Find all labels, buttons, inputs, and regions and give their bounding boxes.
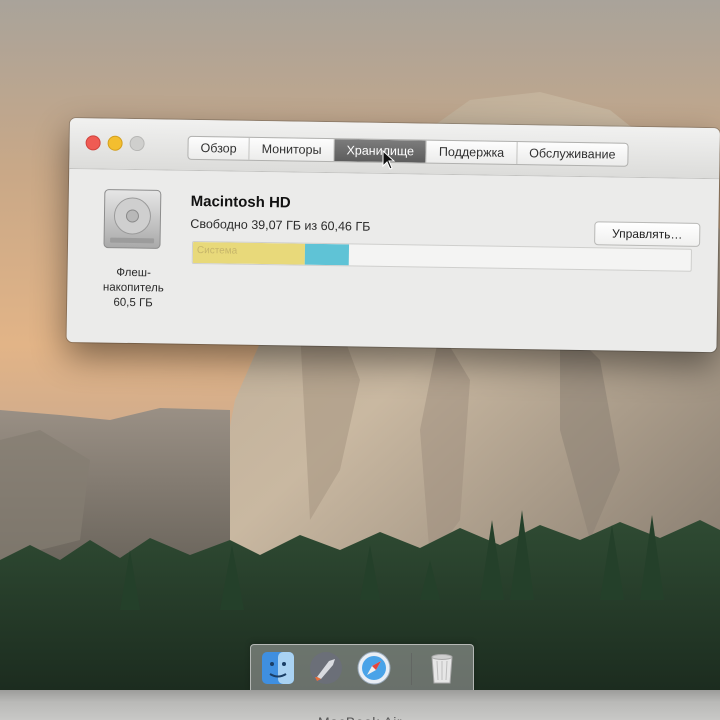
tab-service[interactable]: Обслуживание <box>517 142 628 166</box>
tab-storage[interactable]: Хранилище <box>334 139 428 163</box>
usage-segment-label: Система <box>196 245 238 257</box>
minimize-button[interactable] <box>107 135 123 151</box>
model-label: MacBook Air <box>0 714 720 720</box>
device-caption: Флеш- накопитель 60,5 ГБ <box>89 265 178 311</box>
zoom-button[interactable] <box>129 135 145 152</box>
device-type-line1: Флеш- <box>116 266 151 280</box>
tab-bar: Обзор Мониторы Хранилище Поддержка Обслу… <box>187 135 629 167</box>
device-type-line2: накопитель <box>102 281 164 295</box>
trash-icon[interactable] <box>425 651 459 685</box>
storage-panel: Флеш- накопитель 60,5 ГБ Macintosh HD Св… <box>66 169 719 352</box>
device-capacity: 60,5 ГБ <box>113 296 153 310</box>
safari-icon[interactable] <box>357 651 391 685</box>
tab-overview[interactable]: Обзор <box>188 136 250 160</box>
disk-name: Macintosh HD <box>190 192 291 212</box>
dock <box>250 644 474 692</box>
dock-separator <box>411 653 412 685</box>
free-space-text: Свободно 39,07 ГБ из 60,46 ГБ <box>190 216 371 234</box>
tab-support[interactable]: Поддержка <box>426 140 518 165</box>
manage-button[interactable]: Управлять… <box>594 221 701 247</box>
mouse-pointer-icon <box>382 149 396 170</box>
usage-segment <box>304 243 349 266</box>
tab-displays[interactable]: Мониторы <box>249 137 335 162</box>
hard-drive-icon <box>102 188 163 251</box>
close-button[interactable] <box>85 135 101 151</box>
launchpad-icon[interactable] <box>309 651 343 685</box>
finder-icon[interactable] <box>261 651 295 685</box>
usage-segment: Система <box>192 241 306 265</box>
